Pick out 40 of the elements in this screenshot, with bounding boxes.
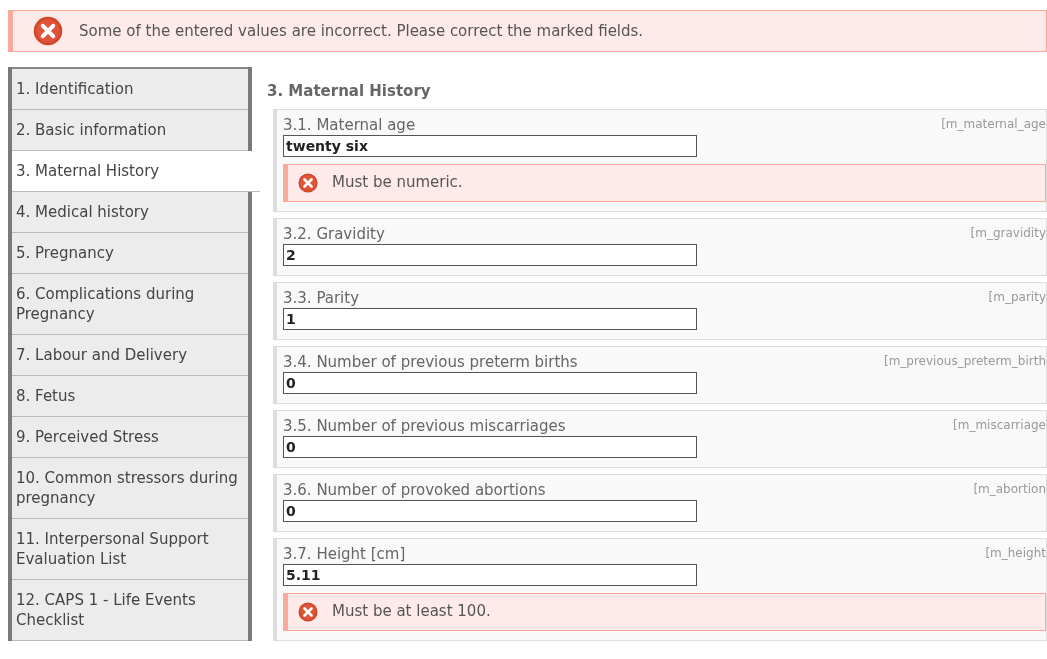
sidebar-item[interactable]: 1. Identification xyxy=(12,67,248,110)
input-field[interactable]: 1 xyxy=(283,307,697,330)
sidebar-item[interactable]: 5. Pregnancy xyxy=(12,233,248,274)
field-label: 3.2. Gravidity xyxy=(283,223,385,244)
sidebar-item[interactable]: 3. Maternal History xyxy=(12,151,260,192)
field-label: 3.6. Number of provoked abortions xyxy=(283,479,546,500)
error-icon xyxy=(298,601,318,622)
field-label: 3.3. Parity xyxy=(283,287,360,308)
sidebar-item[interactable]: 7. Labour and Delivery xyxy=(12,335,248,376)
input-field[interactable]: 0 xyxy=(283,371,697,394)
field-label: 3.1. Maternal age xyxy=(283,114,416,135)
sidebar-item[interactable]: 11. Interpersonal Support Evaluation List xyxy=(12,519,248,580)
sidebar-item[interactable]: 9. Perceived Stress xyxy=(12,417,248,458)
input-field[interactable]: 5.11 xyxy=(283,563,697,586)
section-title: 3. Maternal History xyxy=(267,81,432,102)
sidebar-item[interactable]: 8. Fetus xyxy=(12,376,248,417)
sidebar-item[interactable]: 12. CAPS 1 - Life Events Checklist xyxy=(12,580,248,641)
error-icon xyxy=(33,16,63,46)
error-icon xyxy=(298,172,318,193)
field-code: [m_previous_preterm_birth xyxy=(883,352,1046,370)
sidebar-item[interactable]: 2. Basic information xyxy=(12,110,248,151)
field-code: [m_miscarriage xyxy=(953,416,1046,434)
input-field[interactable]: 0 xyxy=(283,499,697,522)
error-text: Must be numeric. xyxy=(332,172,463,194)
field-code: [m_parity xyxy=(988,288,1046,306)
sidebar-item[interactable]: 4. Medical history xyxy=(12,192,248,233)
field-code: [m_maternal_age xyxy=(941,115,1046,133)
input-field[interactable]: 2 xyxy=(283,243,697,266)
field-code: [m_height xyxy=(985,544,1046,562)
field-code: [m_abortion xyxy=(973,480,1046,498)
error-text: Must be at least 100. xyxy=(332,601,491,623)
input-field[interactable]: twenty six xyxy=(283,134,697,157)
field-label: 3.4. Number of previous preterm births xyxy=(283,351,578,372)
sidebar-item[interactable]: 6. Complications during Pregnancy xyxy=(12,274,248,335)
input-field[interactable]: 0 xyxy=(283,435,697,458)
field-label: 3.5. Number of previous miscarriages xyxy=(283,415,566,436)
sidebar-item[interactable]: 10. Common stressors during pregnancy xyxy=(12,458,248,519)
field-code: [m_gravidity xyxy=(970,224,1046,242)
field-label: 3.7. Height [cm] xyxy=(283,543,406,564)
error-message: Some of the entered values are incorrect. Please correct the marked fields. xyxy=(79,20,644,42)
